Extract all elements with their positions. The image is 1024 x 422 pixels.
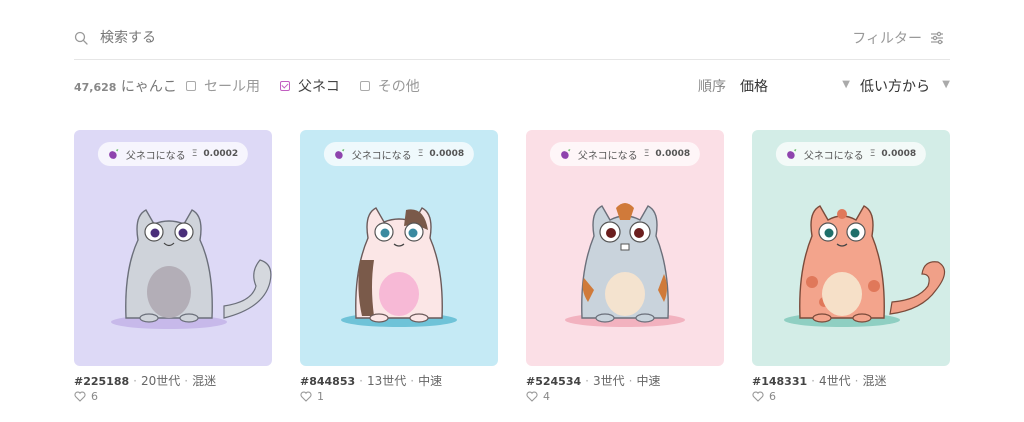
sire-price: 0.0008 (429, 149, 465, 159)
kitty-generation: 3世代 (592, 374, 625, 388)
heart-icon (526, 391, 538, 402)
search-input[interactable] (100, 26, 600, 50)
sire-label: 父ネコになる (125, 150, 186, 162)
search-bar: フィルター (74, 22, 950, 60)
order-select[interactable]: 低い方から ▼ (860, 76, 950, 96)
like-button[interactable]: 1 (300, 390, 324, 403)
filter-label-sale: セール用 (204, 79, 260, 95)
cat-illustration (784, 205, 946, 327)
filter-checkbox-sale[interactable]: セール用 (186, 76, 260, 96)
eth-symbol: Ξ (869, 149, 876, 159)
eggplant-icon (561, 149, 571, 159)
filter-checkbox-other[interactable]: その他 (359, 76, 420, 96)
sire-label: 父ネコになる (803, 150, 864, 162)
filter-label: フィルター (852, 31, 922, 47)
cat-illustration (111, 209, 272, 329)
separator-dot: · (133, 374, 137, 388)
kitty-info: #148331 · 4世代 · 混迷 (752, 372, 950, 389)
sire-label: 父ネコになる (351, 150, 412, 162)
heart-icon (300, 391, 312, 402)
sire-price-pill: 父ネコになる Ξ 0.0008 (775, 142, 927, 166)
chevron-down-icon: ▼ (942, 79, 950, 90)
separator-dot: · (854, 374, 859, 388)
filter-button[interactable]: フィルター (852, 28, 944, 48)
toolbar: 47,628 にゃんこ セール用 父ネコ その他 順序 価格 ▼ 低い方から ▼ (74, 74, 950, 96)
kitty-info: #524534 · 3世代 · 中速 (526, 372, 724, 389)
separator-dot: · (184, 374, 189, 388)
separator-dot: · (628, 374, 633, 388)
kitty-card[interactable]: 父ネコになる Ξ 0.0008 (526, 130, 724, 366)
filter-checkbox-sire[interactable]: 父ネコ (280, 76, 340, 96)
kitty-id[interactable]: #524534 (526, 375, 581, 388)
sort-label: 順序 (698, 79, 726, 95)
like-count: 4 (543, 390, 550, 403)
kitty-card[interactable]: 父ネコになる Ξ 0.0008 (752, 130, 950, 366)
sire-price: 0.0002 (203, 149, 239, 159)
like-button[interactable]: 6 (74, 390, 98, 403)
checkbox-icon[interactable] (359, 81, 370, 91)
kitty-id[interactable]: #148331 (752, 375, 807, 388)
sire-label: 父ネコになる (577, 150, 638, 162)
filter-label-sire: 父ネコ (298, 79, 340, 95)
separator-dot: · (811, 374, 815, 388)
kitty-card[interactable]: 父ネコになる Ξ 0.0002 (74, 130, 272, 366)
heart-icon (74, 391, 86, 402)
chevron-down-icon: ▼ (842, 79, 850, 90)
sire-price: 0.0008 (881, 149, 917, 159)
count-unit: にゃんこ (120, 79, 177, 95)
separator-dot: · (410, 374, 415, 388)
filter-checkboxes: セール用 父ネコ その他 (186, 76, 420, 96)
kitty-speed: 混迷 (192, 374, 217, 388)
kitty-speed: 混迷 (862, 374, 887, 388)
eggplant-icon (787, 149, 797, 159)
eth-symbol: Ξ (191, 149, 198, 159)
sire-price-pill: 父ネコになる Ξ 0.0008 (323, 142, 475, 166)
eth-symbol: Ξ (643, 149, 650, 159)
eth-symbol: Ξ (417, 149, 424, 159)
search-icon (74, 31, 88, 45)
separator-dot: · (585, 374, 589, 388)
sire-price: 0.0008 (655, 149, 691, 159)
kitty-id[interactable]: #225188 (74, 375, 129, 388)
sire-price-pill: 父ネコになる Ξ 0.0002 (97, 142, 249, 166)
filter-label-other: その他 (377, 79, 420, 95)
kitty-generation: 13世代 (366, 374, 407, 388)
cat-illustration (341, 207, 457, 327)
like-count: 6 (91, 390, 98, 403)
order-value: 低い方から (860, 79, 930, 95)
result-count: 47,628 にゃんこ (74, 76, 177, 96)
eggplant-icon (109, 149, 119, 159)
sort-select[interactable]: 価格 ▼ (740, 76, 850, 96)
kitty-generation: 4世代 (818, 374, 851, 388)
checkbox-icon[interactable] (186, 81, 196, 91)
kitty-info: #225188 · 20世代 · 混迷 (74, 372, 272, 389)
heart-icon (752, 391, 764, 402)
kitty-id[interactable]: #844853 (300, 375, 355, 388)
like-count: 6 (769, 390, 776, 403)
separator-dot: · (359, 374, 363, 388)
kitty-speed: 中速 (636, 374, 661, 388)
cat-illustration (565, 203, 685, 327)
like-button[interactable]: 6 (752, 390, 776, 403)
sire-price-pill: 父ネコになる Ξ 0.0008 (549, 142, 701, 166)
like-count: 1 (317, 390, 324, 403)
kitty-speed: 中速 (418, 374, 443, 388)
count-number: 47,628 (74, 81, 117, 94)
sliders-icon (931, 31, 943, 45)
kitty-card[interactable]: 父ネコになる Ξ 0.0008 (300, 130, 498, 366)
eggplant-icon (335, 149, 345, 159)
checkbox-checked-icon[interactable] (280, 81, 290, 91)
kitty-generation: 20世代 (140, 374, 181, 388)
kitty-info: #844853 · 13世代 · 中速 (300, 372, 498, 389)
sort-value: 価格 (740, 79, 768, 95)
like-button[interactable]: 4 (526, 390, 550, 403)
